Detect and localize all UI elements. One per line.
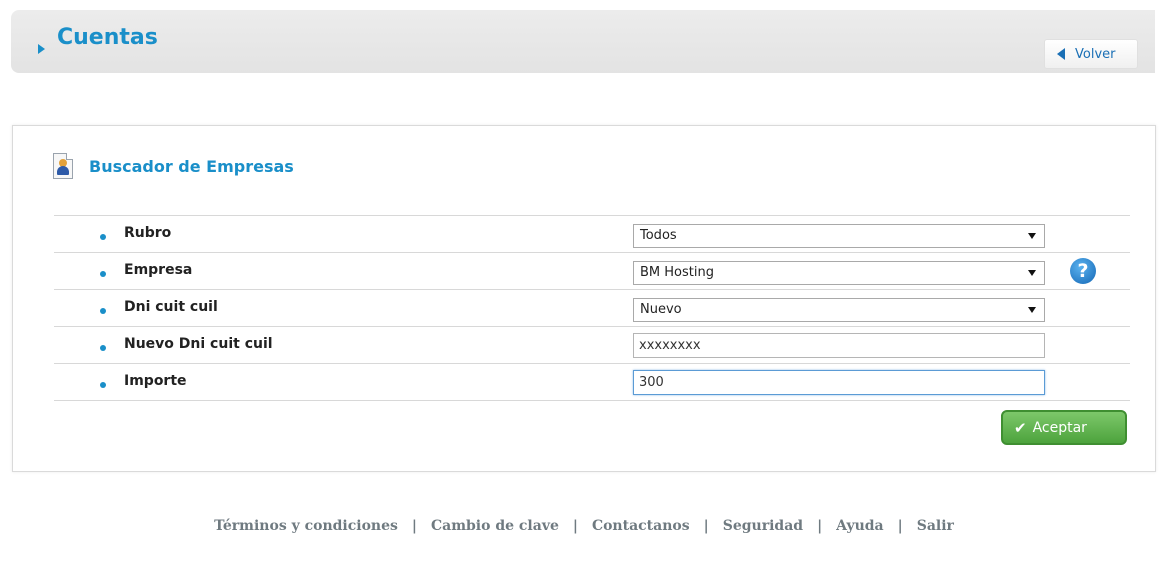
footer-separator: | xyxy=(703,518,709,534)
dni-select[interactable]: Nuevo xyxy=(633,298,1045,322)
page-title: Cuentas xyxy=(57,25,158,50)
dropdown-arrow-icon xyxy=(1028,233,1036,239)
field-label-nuevo-dni: Nuevo Dni cuit cuil xyxy=(124,336,273,352)
dni-select-value: Nuevo xyxy=(640,302,682,317)
user-document-icon xyxy=(53,153,73,179)
empresa-select-value: BM Hosting xyxy=(640,265,714,280)
footer-separator: | xyxy=(897,518,903,534)
importe-input[interactable] xyxy=(633,370,1045,395)
bullet-icon xyxy=(100,308,106,314)
rubro-select-value: Todos xyxy=(640,228,677,243)
footer-links: Términos y condiciones | Cambio de clave | C… xyxy=(0,518,1168,534)
dropdown-arrow-icon xyxy=(1028,270,1036,276)
back-button-label: Volver xyxy=(1075,46,1116,62)
caret-right-icon xyxy=(38,43,45,54)
title-wrap: Cuentas xyxy=(38,25,158,61)
footer-link-ayuda[interactable]: Ayuda xyxy=(836,518,883,534)
form-rows: Rubro Todos Empresa BM Hosting ? Dni cui… xyxy=(54,215,1130,401)
panel-title: Buscador de Empresas xyxy=(89,156,294,176)
form-row-empresa: Empresa BM Hosting ? xyxy=(54,252,1130,289)
aceptar-button-label: Aceptar xyxy=(1032,419,1087,436)
form-row-importe: Importe xyxy=(54,363,1130,401)
search-panel: Buscador de Empresas Rubro Todos Empresa… xyxy=(12,125,1156,472)
footer-separator: | xyxy=(817,518,823,534)
aceptar-button[interactable]: ✔ Aceptar xyxy=(1001,410,1127,445)
field-label-importe: Importe xyxy=(124,373,187,389)
bullet-icon xyxy=(100,345,106,351)
back-arrow-icon xyxy=(1057,48,1065,60)
form-row-dni: Dni cuit cuil Nuevo xyxy=(54,289,1130,326)
form-row-nuevo-dni: Nuevo Dni cuit cuil xyxy=(54,326,1130,363)
back-button[interactable]: Volver xyxy=(1044,39,1138,69)
footer-link-cambio-clave[interactable]: Cambio de clave xyxy=(431,518,559,534)
form-row-rubro: Rubro Todos xyxy=(54,215,1130,252)
footer-separator: | xyxy=(572,518,578,534)
panel-header: Buscador de Empresas xyxy=(53,153,294,179)
rubro-select[interactable]: Todos xyxy=(633,224,1045,248)
field-label-dni: Dni cuit cuil xyxy=(124,299,218,315)
footer-separator: | xyxy=(411,518,417,534)
empresa-select[interactable]: BM Hosting xyxy=(633,261,1045,285)
dropdown-arrow-icon xyxy=(1028,307,1036,313)
field-label-empresa: Empresa xyxy=(124,262,193,278)
footer-link-contactanos[interactable]: Contactanos xyxy=(592,518,690,534)
bullet-icon xyxy=(100,271,106,277)
help-icon[interactable]: ? xyxy=(1070,258,1096,284)
footer-link-terminos[interactable]: Términos y condiciones xyxy=(214,518,398,534)
page-header: Cuentas Volver xyxy=(11,10,1155,73)
bullet-icon xyxy=(100,234,106,240)
check-icon: ✔ xyxy=(1014,418,1027,437)
nuevo-dni-input[interactable] xyxy=(633,333,1045,358)
bullet-icon xyxy=(100,382,106,388)
footer-link-seguridad[interactable]: Seguridad xyxy=(723,518,803,534)
field-label-rubro: Rubro xyxy=(124,225,172,241)
footer-link-salir[interactable]: Salir xyxy=(917,518,954,534)
